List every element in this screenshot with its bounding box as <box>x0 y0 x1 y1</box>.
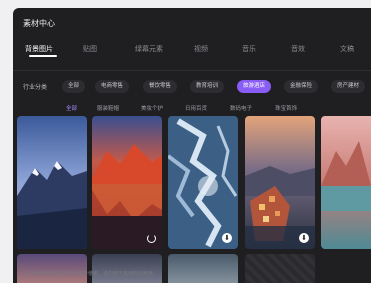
subcat-apparel[interactable]: 服装鞋帽 <box>97 104 119 112</box>
panel-title: 素材中心 <box>23 19 55 28</box>
subcat-beauty[interactable]: 美妆个护 <box>141 104 163 112</box>
tab-music[interactable]: 音乐 <box>242 44 256 54</box>
chip-ecommerce[interactable]: 电商零售 <box>95 80 130 93</box>
image-tile-row2-3[interactable] <box>168 254 238 283</box>
category-tabs: 背景图片 贴图 绿幕元素 视频 音乐 音效 文稿 <box>13 44 371 64</box>
image-tile-aerial-ice[interactable]: ⬇ <box>168 116 238 249</box>
subcat-jewelry[interactable]: 珠宝首饰 <box>275 104 297 112</box>
image-tile-sunset-lake[interactable] <box>92 116 162 249</box>
chip-education[interactable]: 教育培训 <box>190 80 225 93</box>
subcat-daily-goods[interactable]: 日用百货 <box>185 104 207 112</box>
chip-travel-hotel[interactable]: 旅游酒店 <box>237 80 272 93</box>
download-icon[interactable]: ⬇ <box>299 233 309 243</box>
tab-stickers[interactable]: 贴图 <box>83 44 97 54</box>
chip-real-estate[interactable]: 房产建材 <box>331 80 366 93</box>
chip-all[interactable]: 全部 <box>62 80 86 93</box>
image-tile-coastal-village[interactable]: ⬇ <box>245 116 315 249</box>
tabs-divider <box>13 70 371 71</box>
subcat-digital[interactable]: 数码电子 <box>230 104 252 112</box>
industry-filter-label: 行业分类 <box>23 84 48 91</box>
snow-mountain-image <box>17 116 87 249</box>
image-tile-row2-placeholder[interactable] <box>245 254 315 283</box>
tab-green-screen[interactable]: 绿幕元素 <box>135 44 163 54</box>
chip-catering[interactable]: 餐饮零售 <box>143 80 178 93</box>
chip-finance[interactable]: 金融保险 <box>284 80 319 93</box>
image-tile-row2-1[interactable] <box>17 254 87 283</box>
image-tile-pink-mountain-lake[interactable] <box>321 116 371 249</box>
tab-sound-effects[interactable]: 音效 <box>291 44 305 54</box>
tab-background-images[interactable]: 背景图片 <box>25 44 53 54</box>
material-center-panel: 素材中心 背景图片 贴图 绿幕元素 视频 音乐 音效 文稿 行业分类 全部 电商… <box>13 8 371 283</box>
tab-scripts[interactable]: 文稿 <box>340 44 354 54</box>
image-tile-row2-2[interactable] <box>92 254 162 283</box>
subcat-all[interactable]: 全部 <box>66 104 77 112</box>
aerial-ice-image <box>168 116 238 249</box>
image-tile-snow-mountain[interactable] <box>17 116 87 249</box>
active-tab-underline <box>29 55 57 57</box>
tab-video[interactable]: 视频 <box>194 44 208 54</box>
sunset-lake-image <box>92 116 162 249</box>
pink-mountain-lake-image <box>321 116 371 249</box>
download-icon[interactable]: ⬇ <box>222 233 232 243</box>
loading-icon <box>147 234 156 243</box>
footnote-text: 以下为素材库仅供本平台用户使用，请勿用于其他商业用途 <box>23 271 154 277</box>
coastal-village-image <box>245 116 315 249</box>
